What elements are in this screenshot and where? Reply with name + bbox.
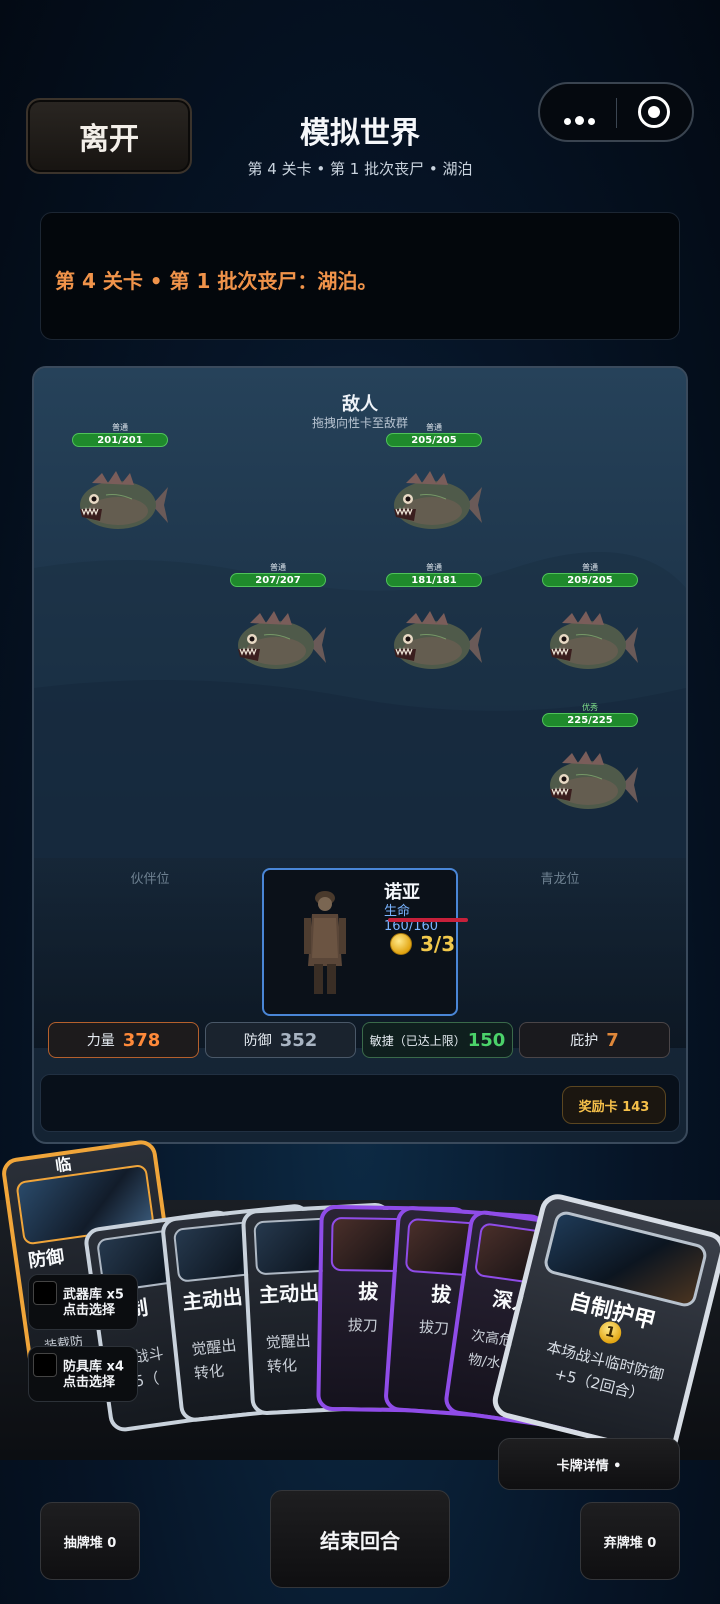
stats-bar: 力量 378 防御 352 敏捷（已达上限） 150 庇护 7: [48, 1022, 670, 1058]
card-name-2: 防御: [27, 1246, 66, 1272]
weapon-deck-selector[interactable]: 武器库 x5 点击选择: [28, 1274, 138, 1330]
stat-value: 378: [122, 1029, 161, 1051]
piranha-icon: [386, 605, 482, 685]
more-icon[interactable]: [564, 110, 599, 129]
stat-value: 150: [467, 1029, 506, 1051]
enemy-hp-bar: 181/181: [386, 573, 482, 587]
end-turn-button[interactable]: 结束回合: [270, 1490, 450, 1588]
enemy-hp-bar: 225/225: [542, 713, 638, 727]
stat-defense: 防御 352: [205, 1022, 356, 1058]
hero-figure-icon: [304, 891, 346, 994]
enemy-rank: 普通: [270, 563, 286, 572]
enemy-fish[interactable]: 普通 201/201: [72, 422, 168, 549]
hero-hp: 生命 160/160: [384, 904, 439, 934]
capsule-divider: [616, 98, 617, 128]
armor-deck-checkbox[interactable]: [33, 1353, 57, 1377]
enemy-fish[interactable]: 普通 181/181: [386, 562, 482, 689]
stat-shelter: 庇护 7: [519, 1022, 670, 1058]
stat-label: 庇护: [570, 1033, 599, 1049]
enemy-rank: 普通: [582, 563, 598, 572]
enemy-hp-bar: 205/205: [386, 433, 482, 447]
enemy-fish[interactable]: 优秀 225/225: [542, 702, 638, 829]
weapon-deck-checkbox[interactable]: [33, 1281, 57, 1305]
piranha-icon: [72, 465, 168, 545]
hero-hp-bar: [388, 918, 468, 922]
piranha-icon: [542, 745, 638, 825]
stat-value: 352: [279, 1029, 318, 1051]
enemy-hp-bar: 205/205: [542, 573, 638, 587]
card-name: 拔: [430, 1281, 453, 1307]
enemy-hp-bar: 207/207: [230, 573, 326, 587]
card-desc: 觉醒出 转化: [190, 1336, 238, 1383]
stat-label: 防御: [243, 1033, 272, 1049]
armor-deck-selector[interactable]: 防具库 x4 点击选择: [28, 1346, 138, 1402]
battle-message: 第 4 关卡 • 第 1 批次丧尸：湖泊。: [40, 212, 680, 340]
enemy-rank: 普通: [112, 423, 128, 432]
card-desc: 觉醒出 转化: [265, 1331, 312, 1376]
battle-panel: 敌人 拖拽向性卡至敌群 普通 201/201 普通 205/205 普通 207…: [32, 366, 688, 1144]
stat-agility: 敏捷（已达上限） 150: [362, 1022, 513, 1058]
enemy-fish[interactable]: 普通 205/205: [542, 562, 638, 689]
discard-pile-button[interactable]: 弃牌堆 0: [580, 1502, 680, 1580]
mini-program-capsule: [538, 82, 694, 142]
enemy-fish[interactable]: 普通 205/205: [386, 422, 482, 549]
card-detail-button[interactable]: 卡牌详情 •: [498, 1438, 680, 1490]
enemy-rank: 普通: [426, 423, 442, 432]
level-subtitle: 第 4 关卡 • 第 1 批次丧尸 • 湖泊: [247, 160, 473, 178]
energy-value: 3/3: [420, 932, 456, 956]
stat-value: 7: [606, 1029, 619, 1051]
enemy-rank: 普通: [426, 563, 442, 572]
reward-cards-button[interactable]: 奖励卡 143: [562, 1086, 666, 1124]
piranha-icon: [386, 465, 482, 545]
card-desc: 本场战斗临时防御 +5（2回合）: [544, 1337, 666, 1405]
card-name: 临: [54, 1154, 73, 1176]
close-target-icon[interactable]: [638, 96, 670, 128]
card-name: 主动出: [258, 1280, 320, 1308]
card-desc: 拔刀: [418, 1317, 450, 1338]
energy-coin-icon: [390, 933, 412, 955]
enemy-fish[interactable]: 普通 207/207: [230, 562, 326, 689]
enemy-title: 敌人: [342, 394, 378, 415]
piranha-icon: [230, 605, 326, 685]
card-name: 拔: [358, 1279, 379, 1304]
dragon-slot-label: 青龙位: [540, 872, 580, 887]
card-desc: 拔刀: [347, 1316, 378, 1335]
piranha-icon: [542, 605, 638, 685]
hero-card[interactable]: 诺亚 生命 160/160 3/3: [262, 868, 468, 1016]
enemy-rank: 优秀: [582, 703, 598, 712]
stat-label: 力量: [86, 1033, 115, 1049]
energy-counter: 3/3: [390, 932, 455, 956]
draw-pile-button[interactable]: 抽牌堆 0: [40, 1502, 140, 1580]
stat-label: 敏捷（已达上限）: [369, 1033, 466, 1048]
stat-strength: 力量 378: [48, 1022, 199, 1058]
partner-slot-label: 伙伴位: [130, 872, 170, 887]
enemy-hp-bar: 201/201: [72, 433, 168, 447]
card-name: 主动出: [181, 1284, 244, 1315]
